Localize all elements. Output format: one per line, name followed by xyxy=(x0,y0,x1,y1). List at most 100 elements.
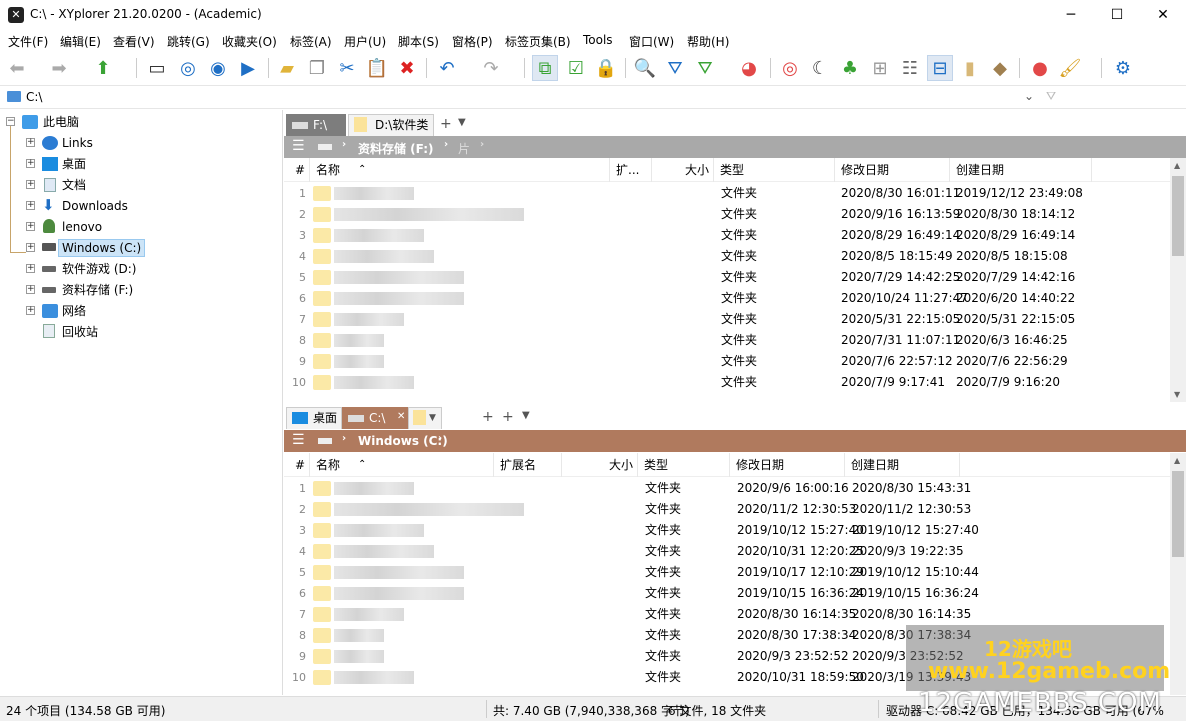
table-row[interactable]: 8 文件夹 2020/7/31 11:07:11 2020/6/3 16:46:25 xyxy=(284,330,1168,351)
tree-item-lenovo[interactable]: + lenovo xyxy=(0,217,280,237)
scrollbar-thumb[interactable] xyxy=(1172,471,1184,557)
filter-icon[interactable]: ⛛ xyxy=(662,55,688,81)
table-row[interactable]: 1 文件夹 2020/8/30 16:01:11 2019/12/12 23:49:0… xyxy=(284,183,1168,204)
new-tab-button[interactable]: + xyxy=(440,116,452,132)
visual-filter-icon[interactable]: ⛛ xyxy=(692,55,718,81)
tree-item-drive-f[interactable]: + 资料存储 (F:) xyxy=(0,280,280,300)
grid-icon[interactable]: ⊞ xyxy=(867,55,893,81)
menu-tabsets[interactable]: 标签页集(B) xyxy=(505,33,571,50)
table-row[interactable]: 7 文件夹 2020/5/31 22:15:05 2020/5/31 22:15:05 xyxy=(284,309,1168,330)
breadcrumb-item[interactable]: Windows (C:) xyxy=(358,434,448,448)
table-row[interactable]: 10 文件夹 2020/7/9 9:17:41 2020/7/9 9:16:20 xyxy=(284,372,1168,393)
column-index[interactable]: # xyxy=(284,453,310,477)
new-folder-icon[interactable]: ▰ xyxy=(274,55,300,81)
paste-icon[interactable]: 📋 xyxy=(364,55,390,81)
menu-edit[interactable]: 编辑(E) xyxy=(60,33,101,50)
new-tab-button[interactable]: + xyxy=(482,409,494,425)
expand-icon[interactable]: + xyxy=(26,243,35,252)
column-modified[interactable]: 修改日期 xyxy=(730,453,845,477)
new-tab-button[interactable]: + xyxy=(502,409,514,425)
column-extension[interactable]: 扩... xyxy=(610,158,652,182)
menu-window[interactable]: 窗口(W) xyxy=(629,33,674,50)
brush-icon[interactable]: 🖌 xyxy=(1057,55,1083,81)
redo-icon[interactable]: ↷ xyxy=(478,55,504,81)
chevron-down-icon[interactable]: ▼ xyxy=(522,410,530,421)
back-icon[interactable]: ⬅ xyxy=(4,55,30,81)
copy-icon[interactable]: ❐ xyxy=(304,55,330,81)
table-row[interactable]: 5 文件夹 2020/7/29 14:42:25 2020/7/29 14:42:16 xyxy=(284,267,1168,288)
lock-icon[interactable]: 🔒 xyxy=(593,55,619,81)
menu-icon[interactable]: ☰ xyxy=(292,138,305,154)
close-button[interactable]: ✕ xyxy=(1140,0,1186,30)
column-created[interactable]: 创建日期 xyxy=(845,453,960,477)
scroll-up-icon[interactable]: ▲ xyxy=(1174,161,1180,170)
column-type[interactable]: 类型 xyxy=(714,158,835,182)
tab-drive-c[interactable]: C:\ ✕ xyxy=(342,407,408,429)
cut-icon[interactable]: ✂ xyxy=(334,55,360,81)
menu-tags[interactable]: 标签(A) xyxy=(290,33,332,50)
table-row[interactable]: 6 文件夹 2019/10/15 16:36:24 2019/10/15 16:36:… xyxy=(284,583,1168,604)
breadcrumb-item[interactable]: 资料存储 (F:) xyxy=(358,140,434,157)
expand-icon[interactable]: + xyxy=(26,138,35,147)
target-icon[interactable]: ◎ xyxy=(175,55,201,81)
find-icon[interactable]: 🔍 xyxy=(632,55,658,81)
menu-user[interactable]: 用户(U) xyxy=(344,33,386,50)
column-created[interactable]: 创建日期 xyxy=(950,158,1092,182)
tab-desktop[interactable]: 桌面 xyxy=(286,407,342,429)
moon-icon[interactable]: ☾ xyxy=(807,55,833,81)
table-row[interactable]: 4 文件夹 2020/8/5 18:15:49 2020/8/5 18:15:08 xyxy=(284,246,1168,267)
search-circle-icon[interactable]: ◉ xyxy=(205,55,231,81)
play-circle-icon[interactable]: ▶ xyxy=(235,55,261,81)
tree-item-drive-d[interactable]: + 软件游戏 (D:) xyxy=(0,259,280,279)
tree-item-desktop[interactable]: + 桌面 xyxy=(0,154,280,174)
table-row[interactable]: 9 文件夹 2020/7/6 22:57:12 2020/7/6 22:56:29 xyxy=(284,351,1168,372)
checkbox-icon[interactable]: ☑ xyxy=(563,55,589,81)
expand-icon[interactable]: + xyxy=(26,264,35,273)
table-row[interactable]: 2 文件夹 2020/11/2 12:30:53 2020/11/2 12:30:53 xyxy=(284,499,1168,520)
column-name[interactable]: 名称 ⌃ xyxy=(310,453,494,477)
menu-view[interactable]: 查看(V) xyxy=(113,33,155,50)
chevron-down-icon[interactable]: ⌄ xyxy=(1024,89,1034,103)
filter-icon[interactable]: ⛛ xyxy=(1046,89,1056,104)
preview-icon[interactable]: ▮ xyxy=(957,55,983,81)
scrollbar[interactable]: ▲ xyxy=(1170,453,1186,695)
menu-icon[interactable]: ☰ xyxy=(292,432,305,448)
expand-icon[interactable]: + xyxy=(26,285,35,294)
delete-icon[interactable]: ✖ xyxy=(394,55,420,81)
up-icon[interactable]: ⬆ xyxy=(90,55,116,81)
menu-file[interactable]: 文件(F) xyxy=(8,33,48,50)
tree-item-links[interactable]: + Links xyxy=(0,133,280,153)
expand-icon[interactable]: + xyxy=(26,306,35,315)
column-type[interactable]: 类型 xyxy=(638,453,730,477)
column-modified[interactable]: 修改日期 xyxy=(835,158,950,182)
undo-icon[interactable]: ↶ xyxy=(434,55,460,81)
scrollbar[interactable]: ▲ ▼ xyxy=(1170,158,1186,402)
tab-software[interactable]: D:\软件类 xyxy=(348,114,434,136)
tag-icon[interactable]: ◆ xyxy=(987,55,1013,81)
table-row[interactable]: 1 文件夹 2020/9/6 16:00:16 2020/8/30 15:43:31 xyxy=(284,478,1168,499)
table-row[interactable]: 7 文件夹 2020/8/30 16:14:35 2020/8/30 16:14:35 xyxy=(284,604,1168,625)
table-row[interactable]: 6 文件夹 2020/10/24 11:27:47 2020/6/20 14:40:2… xyxy=(284,288,1168,309)
menu-script[interactable]: 脚本(S) xyxy=(398,33,439,50)
details-icon[interactable]: ☷ xyxy=(897,55,923,81)
column-name[interactable]: 名称 ⌃ xyxy=(310,158,610,182)
tab-folder[interactable]: ▼ xyxy=(408,407,442,429)
spiral-icon[interactable]: ◎ xyxy=(777,55,803,81)
breadcrumb-item[interactable]: 片 xyxy=(458,140,470,157)
tree-item-network[interactable]: + 网络 xyxy=(0,301,280,321)
tree-item-windows-c[interactable]: + Windows (C:) xyxy=(0,238,280,258)
computer-icon[interactable]: ▭ xyxy=(144,55,170,81)
tree-item-downloads[interactable]: + ⬇ Downloads xyxy=(0,196,280,216)
forward-icon[interactable]: ➡ xyxy=(46,55,72,81)
close-icon[interactable]: ✕ xyxy=(397,407,405,427)
pie-icon[interactable]: ◕ xyxy=(736,55,762,81)
settings-icon[interactable]: ⚙ xyxy=(1110,55,1136,81)
scroll-down-icon[interactable]: ▼ xyxy=(1174,390,1180,399)
table-row[interactable]: 5 文件夹 2019/10/17 12:10:29 2019/10/12 15:10:… xyxy=(284,562,1168,583)
table-row[interactable]: 3 文件夹 2020/8/29 16:49:14 2020/8/29 16:49:14 xyxy=(284,225,1168,246)
chevron-down-icon[interactable]: ▼ xyxy=(458,117,466,128)
address-input[interactable]: C:\ xyxy=(26,90,42,104)
collapse-icon[interactable]: − xyxy=(6,117,15,126)
tree-icon[interactable]: ♣ xyxy=(837,55,863,81)
color-icon[interactable]: ● xyxy=(1027,55,1053,81)
